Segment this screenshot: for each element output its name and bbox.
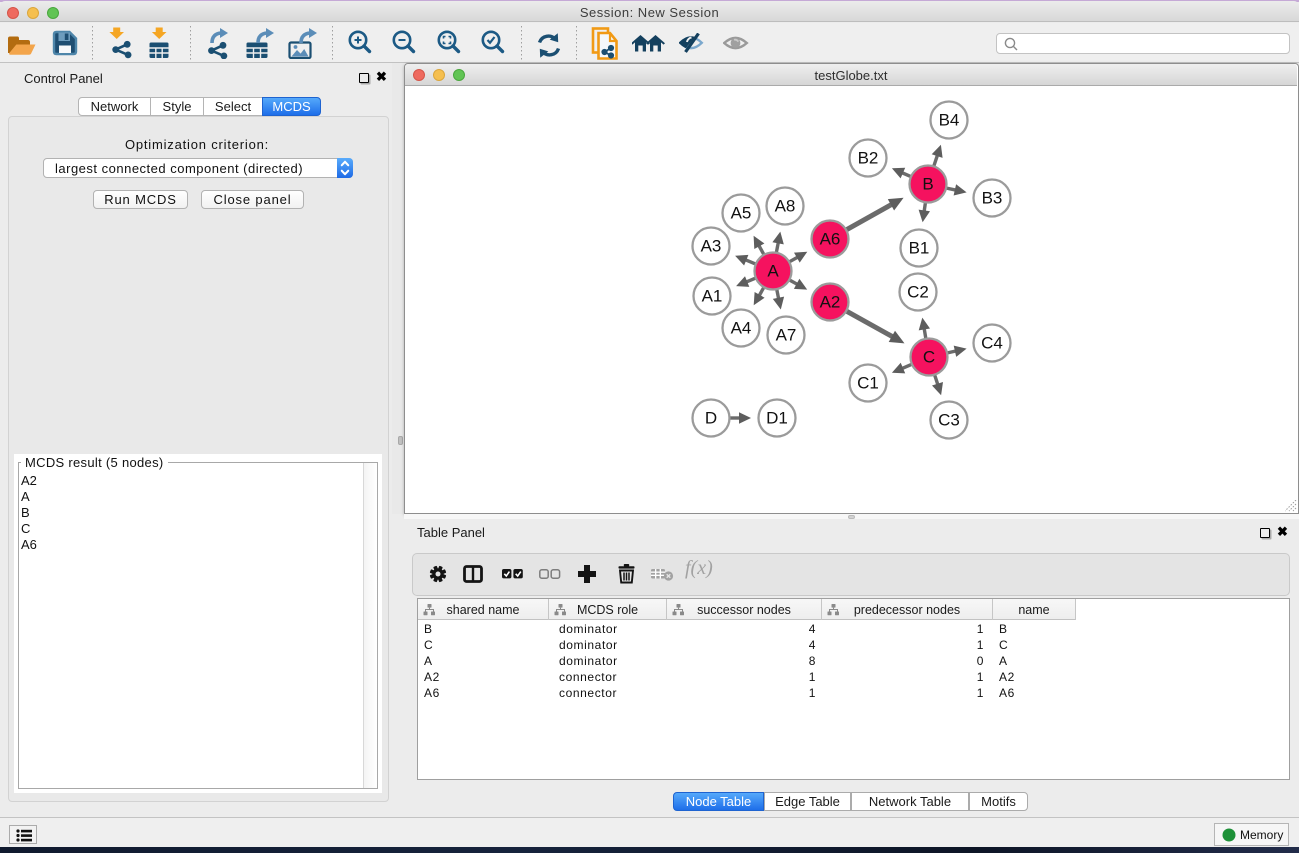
svg-text:B: B: [922, 175, 933, 194]
svg-text:A6: A6: [820, 230, 841, 249]
svg-text:C2: C2: [907, 283, 929, 302]
svg-text:A5: A5: [731, 204, 752, 223]
svg-text:D1: D1: [766, 409, 788, 428]
svg-text:A: A: [767, 262, 779, 281]
svg-text:D: D: [705, 409, 717, 428]
svg-text:C3: C3: [938, 411, 960, 430]
svg-text:A1: A1: [702, 287, 723, 306]
svg-text:A2: A2: [820, 293, 841, 312]
svg-text:C4: C4: [981, 334, 1003, 353]
svg-text:B3: B3: [982, 189, 1003, 208]
svg-text:A7: A7: [776, 326, 797, 345]
svg-text:B4: B4: [939, 111, 960, 130]
svg-text:A4: A4: [731, 319, 752, 338]
svg-text:A8: A8: [775, 197, 796, 216]
svg-text:B2: B2: [858, 149, 879, 168]
svg-text:C: C: [923, 348, 935, 367]
svg-text:B1: B1: [909, 239, 930, 258]
svg-text:C1: C1: [857, 374, 879, 393]
svg-text:A3: A3: [701, 237, 722, 256]
